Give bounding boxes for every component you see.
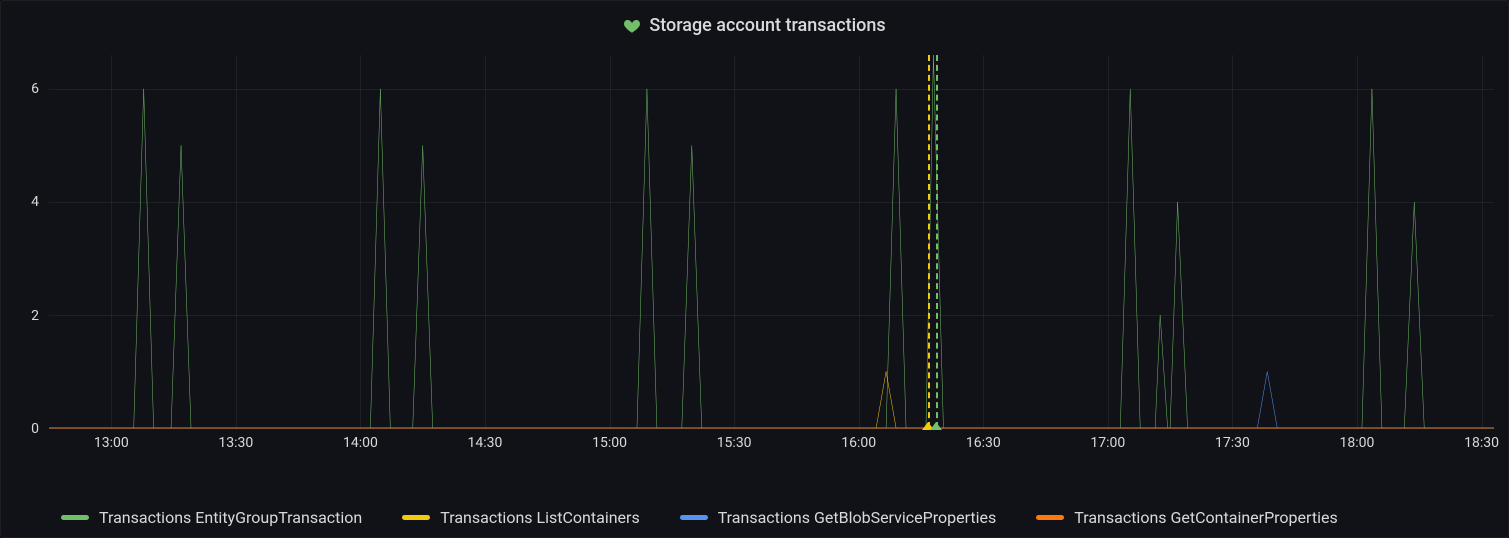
legend-label: Transactions ListContainers	[440, 508, 639, 527]
x-tick-label: 16:30	[966, 435, 1001, 451]
y-tick-label: 6	[31, 81, 39, 97]
gridline-horizontal	[49, 202, 1494, 203]
legend-label: Transactions GetContainerProperties	[1074, 508, 1337, 527]
y-tick-label: 2	[31, 308, 39, 324]
gridline-vertical	[983, 55, 984, 428]
gridline-horizontal	[49, 315, 1494, 316]
gridline-vertical	[111, 55, 112, 428]
x-tick-label: 17:00	[1090, 435, 1125, 451]
legend-label: Transactions EntityGroupTransaction	[99, 508, 362, 527]
chart-area[interactable]: 0246 13:0013:3014:0014:3015:0015:3016:00…	[1, 55, 1508, 447]
gridline-vertical	[734, 55, 735, 428]
x-tick-label: 18:00	[1340, 435, 1375, 451]
plot-area[interactable]	[49, 55, 1494, 429]
gridline-vertical	[1357, 55, 1358, 428]
gridline-vertical	[485, 55, 486, 428]
annotation-marker-icon[interactable]	[930, 422, 942, 430]
x-tick-label: 14:30	[468, 435, 503, 451]
legend-item[interactable]: Transactions ListContainers	[402, 508, 639, 527]
gridline-vertical	[859, 55, 860, 428]
y-axis: 0246	[1, 55, 49, 429]
x-tick-label: 15:00	[592, 435, 627, 451]
annotation-line[interactable]	[936, 55, 938, 428]
x-tick-label: 17:30	[1215, 435, 1250, 451]
gridline-vertical	[360, 55, 361, 428]
series-line	[49, 55, 1494, 428]
gridline-vertical	[1482, 55, 1483, 428]
chart-panel: Storage account transactions 0246 13:001…	[0, 0, 1509, 538]
y-tick-label: 4	[31, 194, 39, 210]
x-tick-label: 15:30	[717, 435, 752, 451]
legend-label: Transactions GetBlobServiceProperties	[718, 508, 997, 527]
legend-swatch	[680, 515, 708, 520]
x-tick-label: 13:00	[94, 435, 129, 451]
gridline-vertical	[1232, 55, 1233, 428]
legend-swatch	[402, 515, 430, 520]
x-tick-label: 14:00	[343, 435, 378, 451]
gridline-horizontal	[49, 89, 1494, 90]
x-tick-label: 16:00	[841, 435, 876, 451]
panel-title-text: Storage account transactions	[649, 15, 885, 36]
x-axis: 13:00 13:30 14:00 14:30 15:00 15:30 16:00 16:30…	[49, 431, 1494, 459]
legend: Transactions EntityGroupTransaction Trans…	[61, 508, 1494, 527]
legend-item[interactable]: Transactions EntityGroupTransaction	[61, 508, 362, 527]
legend-swatch	[61, 515, 89, 520]
panel-title-row: Storage account transactions	[1, 1, 1508, 48]
x-tick-label: 18:30	[1464, 435, 1499, 451]
gridline-vertical	[1108, 55, 1109, 428]
legend-swatch	[1036, 515, 1064, 520]
legend-item[interactable]: Transactions GetBlobServiceProperties	[680, 508, 997, 527]
series-line	[49, 371, 1494, 428]
gridline-vertical	[610, 55, 611, 428]
legend-item[interactable]: Transactions GetContainerProperties	[1036, 508, 1337, 527]
series-line	[49, 371, 1494, 428]
y-tick-label: 0	[31, 421, 39, 437]
heart-icon	[623, 17, 641, 35]
gridline-vertical	[236, 55, 237, 428]
annotation-line[interactable]	[928, 55, 930, 428]
x-tick-label: 13:30	[218, 435, 253, 451]
